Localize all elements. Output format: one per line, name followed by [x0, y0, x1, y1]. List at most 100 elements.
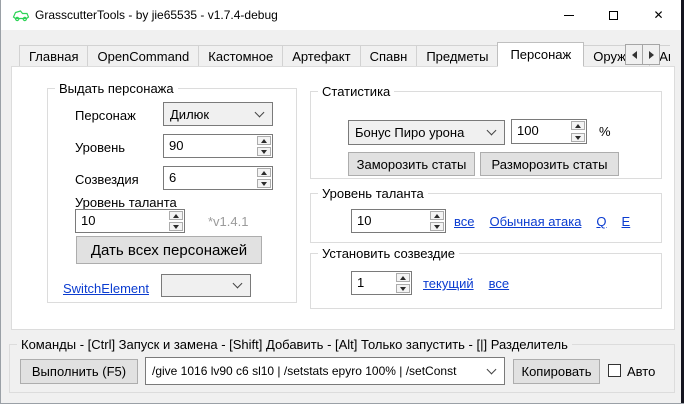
spin-down-icon: [400, 287, 406, 291]
talent-level-value: 10: [76, 210, 168, 232]
constellation-up-button[interactable]: [257, 168, 271, 177]
tab-spavn[interactable]: Спавн: [360, 45, 418, 67]
arrow-right-icon: [649, 51, 654, 59]
spin-down-icon: [434, 225, 440, 229]
set-constellation-stepper[interactable]: 1: [351, 271, 412, 295]
tab-scrollers: [626, 44, 660, 65]
tab-personazh-selected[interactable]: Персонаж: [497, 42, 584, 67]
group-stats: Статистика Бонус Пиро урона 100 % Заморо…: [310, 91, 662, 179]
minimize-button[interactable]: [546, 0, 591, 30]
titlebar[interactable]: GrasscutterTools - by jie65535 - v1.7.4-…: [1, 0, 684, 30]
spin-up-icon: [261, 139, 267, 143]
talent-normal-attack-link[interactable]: Обычная атака: [490, 214, 582, 229]
group-commands: Команды - [Ctrl] Запуск и замена - [Shif…: [9, 344, 675, 393]
constellation-current-link[interactable]: текущий: [423, 276, 474, 291]
constellation-stepper[interactable]: 6: [163, 166, 273, 190]
app-window: GrasscutterTools - by jie65535 - v1.7.4-…: [0, 0, 684, 404]
talent-links: все Обычная атака Q E: [454, 214, 630, 229]
level-up-button[interactable]: [257, 136, 271, 145]
talent-e-link[interactable]: E: [622, 214, 631, 229]
switch-element-link[interactable]: SwitchElement: [63, 281, 149, 296]
maximize-button[interactable]: [591, 0, 636, 30]
chevron-down-icon: [487, 126, 497, 136]
stat-type-value: Бонус Пиро урона: [355, 125, 484, 140]
chevron-down-icon: [255, 107, 265, 117]
freeze-stats-button[interactable]: Заморозить статы: [348, 152, 475, 176]
chevron-down-icon: [487, 364, 497, 374]
version-note: *v1.4.1: [208, 214, 248, 229]
talent-group-down-button[interactable]: [430, 222, 444, 231]
spin-up-icon: [434, 214, 440, 218]
switch-element-select[interactable]: [161, 274, 251, 297]
tab-strip: Главная OpenCommand Кастомное Артефакт С…: [19, 42, 670, 67]
minimize-icon: [564, 15, 574, 16]
level-label: Уровень: [75, 140, 125, 155]
chevron-down-icon: [233, 279, 243, 289]
constellation-links: текущий все: [423, 276, 509, 291]
run-command-button[interactable]: Выполнить (F5): [20, 359, 138, 384]
tab-kastomnoe[interactable]: Кастомное: [198, 45, 283, 67]
talent-q-link[interactable]: Q: [596, 214, 606, 229]
percent-down-button[interactable]: [571, 133, 585, 142]
talent-all-link[interactable]: все: [454, 214, 475, 229]
talent-level-label: Уровень таланта: [75, 195, 177, 210]
tab-page-personazh: Выдать персонажа Персонаж Дилюк Уровень …: [11, 66, 675, 330]
setconst-down-button[interactable]: [396, 284, 410, 293]
spin-down-icon: [261, 182, 267, 186]
talent-down-button[interactable]: [169, 222, 183, 231]
auto-checkbox[interactable]: [608, 364, 621, 377]
window-title: GrasscutterTools - by jie65535 - v1.7.4-…: [35, 8, 278, 22]
stat-percent-stepper[interactable]: 100: [511, 119, 587, 144]
setconst-up-button[interactable]: [396, 273, 410, 282]
percent-sign-label: %: [599, 124, 611, 139]
percent-up-button[interactable]: [571, 121, 585, 130]
group-give-character: Выдать персонажа Персонаж Дилюк Уровень …: [47, 88, 297, 303]
group-give-character-title: Выдать персонажа: [55, 81, 178, 96]
level-down-button[interactable]: [257, 147, 271, 156]
spin-down-icon: [173, 225, 179, 229]
tab-opencommand[interactable]: OpenCommand: [87, 45, 199, 67]
auto-checkbox-label: Авто: [627, 364, 655, 379]
character-label: Персонаж: [75, 108, 136, 123]
command-input[interactable]: /give 1016 lv90 c6 sl10 | /setstats epyr…: [145, 357, 505, 385]
character-select[interactable]: Дилюк: [163, 102, 273, 126]
tab-artefakt[interactable]: Артефакт: [282, 45, 360, 67]
unfreeze-stats-button[interactable]: Разморозить статы: [480, 152, 619, 176]
close-icon: ✕: [653, 9, 663, 21]
group-set-constellation-title: Установить созвездие: [318, 246, 459, 261]
set-constellation-value: 1: [352, 272, 395, 294]
character-select-value: Дилюк: [170, 107, 252, 122]
spin-up-icon: [173, 214, 179, 218]
constellation-all-link[interactable]: все: [489, 276, 510, 291]
talent-group-value: 10: [352, 210, 429, 232]
talent-group-stepper[interactable]: 10: [351, 209, 446, 233]
talent-group-up-button[interactable]: [430, 211, 444, 220]
constellation-down-button[interactable]: [257, 179, 271, 188]
constellation-value: 6: [164, 167, 256, 189]
tab-scroll-left-button[interactable]: [625, 44, 643, 65]
group-set-constellation: Установить созвездие 1 текущий все: [310, 253, 662, 309]
stat-type-select[interactable]: Бонус Пиро урона: [348, 120, 505, 145]
talent-level-stepper[interactable]: 10: [75, 209, 185, 233]
tab-glavnaya[interactable]: Главная: [19, 45, 88, 67]
talent-up-button[interactable]: [169, 211, 183, 220]
group-talent-level-title: Уровень таланта: [318, 186, 428, 201]
spin-up-icon: [400, 276, 406, 280]
app-logo-icon: [12, 8, 30, 25]
level-stepper[interactable]: 90: [163, 134, 273, 158]
spin-down-icon: [575, 136, 581, 140]
spin-up-icon: [261, 171, 267, 175]
close-button[interactable]: ✕: [636, 0, 681, 30]
group-stats-title: Статистика: [318, 84, 394, 99]
command-input-value: /give 1016 lv90 c6 sl10 | /setstats epyr…: [152, 364, 484, 378]
tab-predmety[interactable]: Предметы: [416, 45, 498, 67]
give-all-characters-button[interactable]: Дать всех персонажей: [76, 236, 262, 264]
group-commands-title: Команды - [Ctrl] Запуск и замена - [Shif…: [17, 337, 572, 352]
group-talent-level: Уровень таланта 10 все Обычная атака Q E: [310, 193, 662, 243]
tab-scroll-right-button[interactable]: [642, 44, 660, 65]
arrow-left-icon: [632, 51, 637, 59]
copy-command-button[interactable]: Копировать: [513, 359, 600, 384]
maximize-icon: [609, 11, 618, 20]
spin-down-icon: [261, 150, 267, 154]
stat-percent-value: 100: [512, 120, 570, 143]
